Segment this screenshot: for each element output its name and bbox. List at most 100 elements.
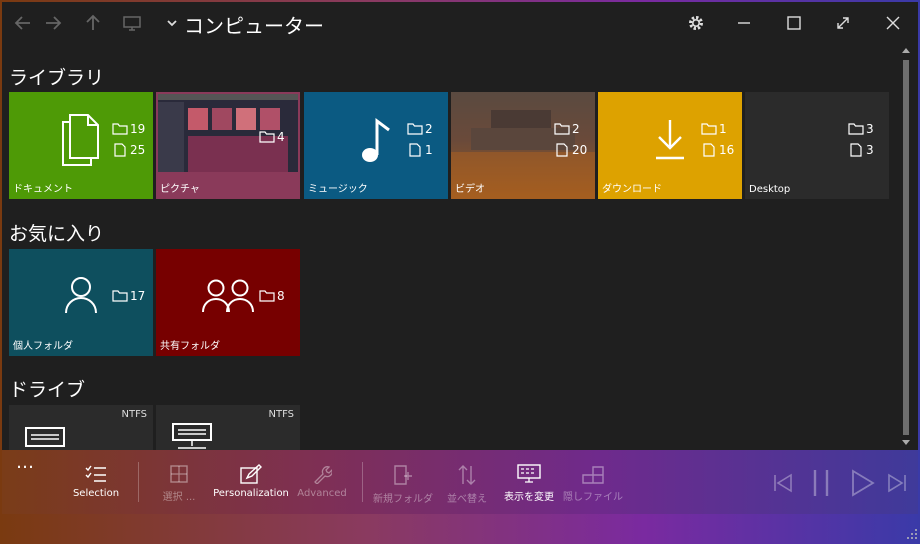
tile-label: ピクチャ <box>160 184 200 195</box>
previous-track-button[interactable] <box>772 472 794 498</box>
music-note-icon <box>362 118 390 162</box>
pause-button[interactable] <box>810 468 832 502</box>
command-bar: … Selection 選択 ... Personalization Advan… <box>2 450 918 514</box>
select-all-button[interactable]: 選択 ... <box>154 450 204 514</box>
skip-previous-icon <box>774 473 792 493</box>
change-view-button[interactable]: 表示を変更 <box>498 450 560 514</box>
new-folder-button[interactable]: 新規フォルダ <box>372 450 434 514</box>
library-tile-music[interactable]: 2 1 ミュージック <box>304 92 448 199</box>
folder-icon <box>407 123 423 135</box>
person-icon <box>65 277 97 314</box>
section-title-drives: ドライブ <box>9 379 86 401</box>
download-icon <box>656 120 684 160</box>
file-count: 20 <box>554 143 587 157</box>
favorite-tile-personal-folder[interactable]: 17 個人フォルダ <box>9 249 153 356</box>
hidden-files-button[interactable]: 隠しファイル <box>562 450 624 514</box>
selection-button[interactable]: Selection <box>68 450 124 514</box>
separator <box>362 462 363 502</box>
filesystem-label: NTFS <box>121 409 147 420</box>
folder-count: 2 <box>554 122 580 136</box>
file-icon <box>114 143 126 157</box>
tile-label: ドキュメント <box>13 184 73 195</box>
tile-label: ミュージック <box>308 184 368 195</box>
gear-icon[interactable] <box>684 11 708 35</box>
vertical-scrollbar[interactable] <box>896 44 916 454</box>
new-folder-icon <box>394 465 412 485</box>
window-title: コンピューター <box>184 14 324 38</box>
wrench-icon <box>314 466 332 484</box>
drive-tile-network[interactable]: NTFS <box>156 405 300 450</box>
drive-tile-local[interactable]: NTFS <box>9 405 153 450</box>
skip-next-icon <box>888 473 906 493</box>
file-icon <box>556 143 568 157</box>
library-tile-downloads[interactable]: 1 16 ダウンロード <box>598 92 742 199</box>
checklist-icon <box>85 465 106 482</box>
folder-count: 17 <box>112 289 145 303</box>
folder-icon <box>259 290 275 302</box>
folder-count: 1 <box>701 122 727 136</box>
folder-icon <box>112 290 128 302</box>
library-tile-documents[interactable]: 19 25 ドキュメント <box>9 92 153 199</box>
back-arrow-icon[interactable] <box>11 11 35 35</box>
file-icon <box>703 143 715 157</box>
library-tile-pictures[interactable]: 4 ピクチャ <box>156 92 300 199</box>
section-title-favorites: お気に入り <box>9 223 105 245</box>
computer-icon[interactable] <box>120 11 144 35</box>
more-options-button[interactable]: … <box>16 452 34 473</box>
up-arrow-icon[interactable] <box>81 11 105 35</box>
content-area: ライブラリ 19 25 ドキュメント 4 ピクチャ 2 1 ミュージック 2 2… <box>2 44 894 450</box>
next-track-button[interactable] <box>886 472 908 498</box>
folder-count: 2 <box>407 122 433 136</box>
resize-grip-icon[interactable] <box>906 525 918 544</box>
folder-count: 19 <box>112 122 145 136</box>
document-icon <box>62 114 99 166</box>
file-icon <box>850 143 862 157</box>
title-bar: コンピューター <box>2 2 918 44</box>
fullscreen-icon[interactable] <box>831 11 855 35</box>
paint-icon <box>240 464 262 484</box>
separator <box>138 462 139 502</box>
tile-label: 個人フォルダ <box>13 341 73 352</box>
folder-icon <box>554 123 570 135</box>
tile-label: Desktop <box>749 184 791 195</box>
hidden-files-icon <box>582 466 604 484</box>
minimize-icon[interactable] <box>732 11 756 35</box>
chevron-down-icon[interactable] <box>160 11 184 35</box>
network-drive-icon <box>172 423 212 449</box>
play-icon <box>852 469 875 497</box>
library-tile-desktop[interactable]: 3 3 Desktop <box>745 92 889 199</box>
select-all-icon <box>170 465 188 483</box>
tile-label: ビデオ <box>455 184 485 195</box>
folder-count: 8 <box>259 289 285 303</box>
folder-icon <box>112 123 128 135</box>
file-count: 3 <box>848 143 874 157</box>
sort-button[interactable]: 並べ替え <box>442 450 492 514</box>
view-icon <box>517 464 541 483</box>
forward-arrow-icon[interactable] <box>41 11 65 35</box>
folder-count: 3 <box>848 122 874 136</box>
scroll-down-icon[interactable] <box>902 440 910 445</box>
file-icon <box>409 143 421 157</box>
sort-icon <box>458 465 476 485</box>
close-icon[interactable] <box>881 11 905 35</box>
favorite-tile-shared-folder[interactable]: 8 共有フォルダ <box>156 249 300 356</box>
filesystem-label: NTFS <box>268 409 294 420</box>
play-button[interactable] <box>850 469 876 501</box>
file-count: 16 <box>701 143 734 157</box>
tile-label: ダウンロード <box>602 184 662 195</box>
personalization-button[interactable]: Personalization <box>212 450 290 514</box>
library-tile-videos[interactable]: 2 20 ビデオ <box>451 92 595 199</box>
explorer-window: コンピューター ライブラリ 19 25 ドキュメント 4 ピクチャ 2 1 ミュ… <box>2 2 918 514</box>
tile-label: 共有フォルダ <box>160 341 220 352</box>
file-count: 25 <box>112 143 145 157</box>
folder-icon <box>701 123 717 135</box>
advanced-button[interactable]: Advanced <box>294 450 350 514</box>
scroll-thumb[interactable] <box>903 60 909 435</box>
folder-icon <box>848 123 864 135</box>
pause-icon <box>813 470 829 496</box>
section-title-libraries: ライブラリ <box>9 67 105 89</box>
file-count: 1 <box>407 143 433 157</box>
maximize-icon[interactable] <box>782 11 806 35</box>
scroll-up-icon[interactable] <box>902 48 910 53</box>
drive-icon <box>25 427 65 447</box>
